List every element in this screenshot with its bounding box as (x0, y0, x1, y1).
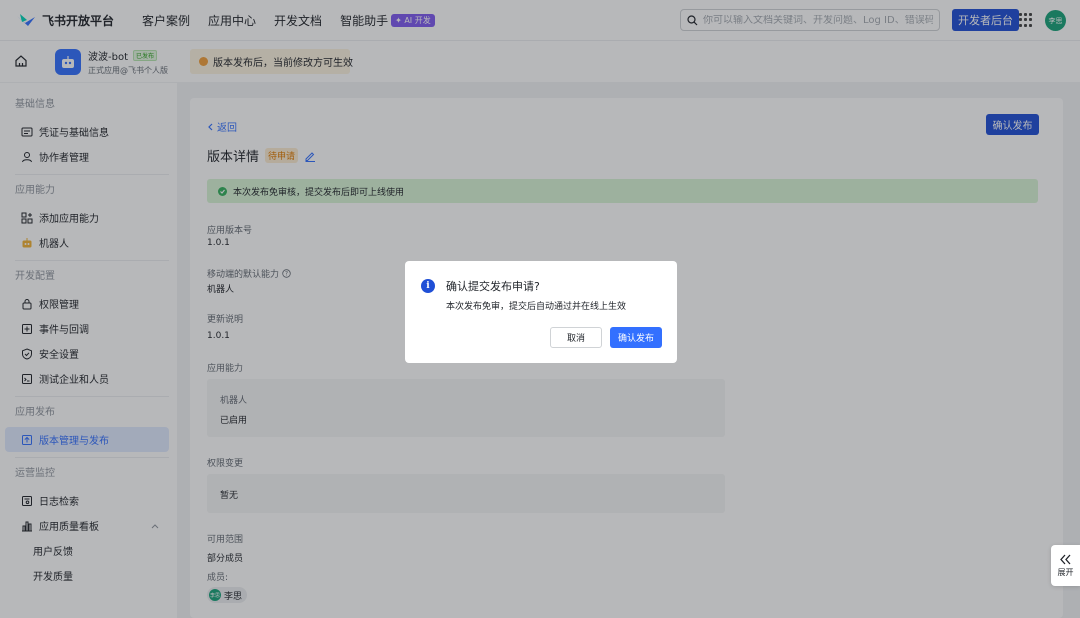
expand-label: 展开 (1057, 567, 1074, 577)
info-icon: i (421, 279, 435, 293)
confirm-dialog: i 确认提交发布申请? 本次发布免审，提交后自动通过并在线上生效 取消 确认发布 (405, 261, 677, 363)
double-chevron-left-icon (1060, 554, 1071, 564)
expand-panel-tab[interactable]: 展开 (1051, 545, 1080, 586)
dialog-title: 确认提交发布申请? (446, 280, 540, 293)
dialog-body: 本次发布免审，提交后自动通过并在线上生效 (446, 302, 627, 312)
dialog-confirm-button[interactable]: 确认发布 (610, 327, 662, 348)
cancel-button[interactable]: 取消 (550, 327, 602, 348)
